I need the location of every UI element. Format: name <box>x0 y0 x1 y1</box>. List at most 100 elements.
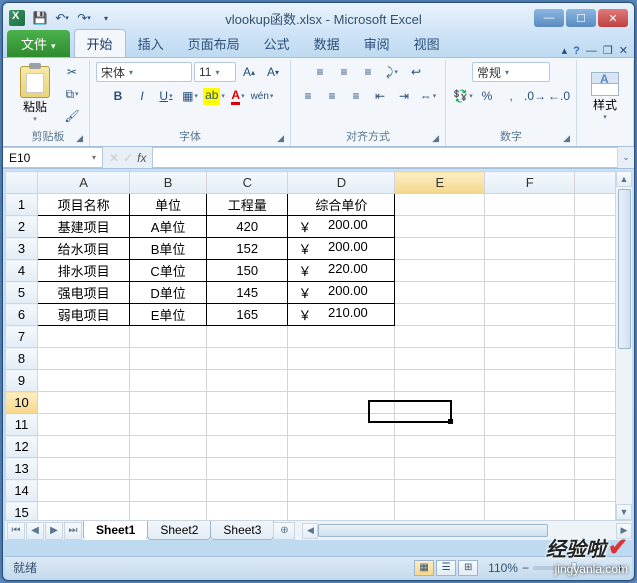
col-header-C[interactable]: C <box>207 172 288 194</box>
cell-C8[interactable] <box>207 348 288 370</box>
italic-button[interactable]: I <box>131 86 153 106</box>
zoom-knob[interactable] <box>571 562 577 574</box>
cell-A2[interactable]: 基建项目 <box>38 216 130 238</box>
mdi-restore-icon[interactable]: ❐ <box>603 44 613 57</box>
cell-F11[interactable] <box>485 414 575 436</box>
row-header-15[interactable]: 15 <box>6 502 38 521</box>
cell-E13[interactable] <box>395 458 485 480</box>
increase-decimal-button[interactable]: .0→ <box>524 86 546 106</box>
row-header-14[interactable]: 14 <box>6 480 38 502</box>
decrease-indent-button[interactable]: ⇤ <box>369 86 391 106</box>
name-box[interactable]: E10▾ <box>3 147 103 168</box>
cell-B13[interactable] <box>130 458 207 480</box>
cell-A11[interactable] <box>38 414 130 436</box>
row-header-13[interactable]: 13 <box>6 458 38 480</box>
new-sheet-button[interactable]: ⊕ <box>273 522 295 540</box>
cell-B11[interactable] <box>130 414 207 436</box>
scroll-right-icon[interactable]: ▶ <box>616 523 632 539</box>
row-header-10[interactable]: 10 <box>6 392 38 414</box>
cell-A12[interactable] <box>38 436 130 458</box>
cell-B5[interactable]: D单位 <box>130 282 207 304</box>
scroll-down-icon[interactable]: ▼ <box>616 504 632 520</box>
cell-D8[interactable] <box>288 348 395 370</box>
cell-F8[interactable] <box>485 348 575 370</box>
qat-undo-icon[interactable]: ↶▾ <box>53 9 71 27</box>
cell-F14[interactable] <box>485 480 575 502</box>
qat-save-icon[interactable]: 💾 <box>31 9 49 27</box>
vertical-scrollbar[interactable]: ▲ ▼ <box>615 171 632 520</box>
cell-E10[interactable] <box>395 392 485 414</box>
cell-F10[interactable] <box>485 392 575 414</box>
cell-C7[interactable] <box>207 326 288 348</box>
cell-D6[interactable]: ￥210.00 <box>288 304 395 326</box>
cell-A1[interactable]: 项目名称 <box>38 194 130 216</box>
cell-D12[interactable] <box>288 436 395 458</box>
align-left-button[interactable]: ≡ <box>297 86 319 106</box>
cell-B14[interactable] <box>130 480 207 502</box>
cell-B9[interactable] <box>130 370 207 392</box>
row-header-4[interactable]: 4 <box>6 260 38 282</box>
scroll-up-icon[interactable]: ▲ <box>616 171 632 187</box>
mdi-close-icon[interactable]: ✕ <box>619 44 628 57</box>
bold-button[interactable]: B <box>107 86 129 106</box>
first-sheet-button[interactable]: ⏮ <box>7 522 25 540</box>
cell-B4[interactable]: C单位 <box>130 260 207 282</box>
grow-font-button[interactable]: A▴ <box>238 62 260 82</box>
shrink-font-button[interactable]: A▾ <box>262 62 284 82</box>
expand-formula-icon[interactable]: ⌄ <box>617 147 634 168</box>
align-top-button[interactable]: ≡ <box>309 62 331 82</box>
cell-D15[interactable] <box>288 502 395 521</box>
cell-E8[interactable] <box>395 348 485 370</box>
qat-redo-icon[interactable]: ↷▾ <box>75 9 93 27</box>
zoom-in-button[interactable]: + <box>617 561 624 575</box>
decrease-decimal-button[interactable]: ←.0 <box>548 86 570 106</box>
cell-E15[interactable] <box>395 502 485 521</box>
cell-E12[interactable] <box>395 436 485 458</box>
cell-A9[interactable] <box>38 370 130 392</box>
cell-B10[interactable] <box>130 392 207 414</box>
cell-C2[interactable]: 420 <box>207 216 288 238</box>
mdi-minimize-icon[interactable]: — <box>586 45 597 57</box>
page-break-view-button[interactable]: ⊞ <box>458 560 478 576</box>
cell-C4[interactable]: 150 <box>207 260 288 282</box>
cell-A6[interactable]: 弱电项目 <box>38 304 130 326</box>
cell-F2[interactable] <box>485 216 575 238</box>
phonetic-button[interactable]: wén▾ <box>251 86 273 106</box>
increase-indent-button[interactable]: ⇥ <box>393 86 415 106</box>
sheet-tab-2[interactable]: Sheet2 <box>147 521 211 540</box>
align-bottom-button[interactable]: ≡ <box>357 62 379 82</box>
col-header-A[interactable]: A <box>38 172 130 194</box>
cancel-formula-icon[interactable]: ✕ <box>109 151 119 165</box>
paste-button[interactable]: 粘贴 ▾ <box>13 65 57 123</box>
tab-formulas[interactable]: 公式 <box>252 30 302 57</box>
cell-C3[interactable]: 152 <box>207 238 288 260</box>
tab-view[interactable]: 视图 <box>402 30 452 57</box>
zoom-value[interactable]: 110% <box>488 561 518 575</box>
font-name-combo[interactable]: 宋体▾ <box>96 62 192 82</box>
wrap-text-button[interactable]: ↩ <box>405 62 427 82</box>
help-icon[interactable]: ? <box>573 45 580 57</box>
row-header-11[interactable]: 11 <box>6 414 38 436</box>
cell-A5[interactable]: 强电项目 <box>38 282 130 304</box>
maximize-button[interactable]: ☐ <box>566 9 596 27</box>
percent-format-button[interactable]: % <box>476 86 498 106</box>
minimize-button[interactable]: — <box>534 9 564 27</box>
cell-C14[interactable] <box>207 480 288 502</box>
prev-sheet-button[interactable]: ◀ <box>26 522 44 540</box>
cell-C9[interactable] <box>207 370 288 392</box>
cell-D5[interactable]: ￥200.00 <box>288 282 395 304</box>
cell-C13[interactable] <box>207 458 288 480</box>
number-format-combo[interactable]: 常规▾ <box>472 62 550 82</box>
enter-formula-icon[interactable]: ✓ <box>123 151 133 165</box>
page-layout-view-button[interactable]: ☰ <box>436 560 456 576</box>
zoom-slider[interactable] <box>533 566 613 570</box>
cell-A13[interactable] <box>38 458 130 480</box>
row-header-1[interactable]: 1 <box>6 194 38 216</box>
cell-D3[interactable]: ￥200.00 <box>288 238 395 260</box>
cut-button[interactable]: ✂ <box>61 62 83 82</box>
cell-B8[interactable] <box>130 348 207 370</box>
horizontal-scrollbar[interactable]: ◀ ▶ <box>302 521 632 540</box>
cell-B15[interactable] <box>130 502 207 521</box>
tab-review[interactable]: 审阅 <box>352 30 402 57</box>
cell-D9[interactable] <box>288 370 395 392</box>
